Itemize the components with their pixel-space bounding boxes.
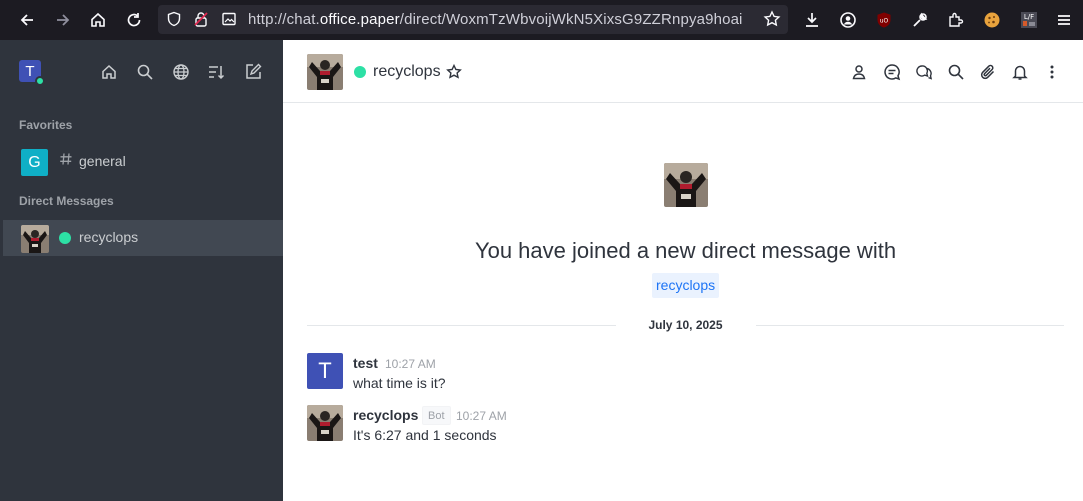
room-avatar: G — [21, 149, 48, 176]
sidebar: T Favorites G general Direct Messages re… — [0, 40, 283, 501]
message-timestamp: 10:27 AM — [385, 357, 436, 371]
online-status-dot — [59, 232, 71, 244]
threads-icon[interactable] — [883, 63, 901, 81]
message-timestamp: 10:27 AM — [456, 409, 507, 423]
menu-icon[interactable] — [1052, 8, 1076, 32]
message-text: It's 6:27 and 1 seconds — [353, 427, 497, 443]
user-info-icon[interactable] — [850, 63, 868, 81]
shield-icon[interactable] — [166, 11, 182, 27]
message-avatar[interactable] — [307, 405, 343, 441]
date-divider-line — [756, 325, 1064, 326]
recyclops-avatar[interactable] — [307, 54, 343, 90]
room-header: recyclops — [283, 40, 1083, 103]
url-bar[interactable]: http://chat.office.paper/direct/WoxmTzWb… — [158, 5, 788, 34]
downloads-icon[interactable] — [800, 8, 824, 32]
discussions-icon[interactable] — [915, 63, 933, 81]
cookie-extension-icon[interactable] — [980, 8, 1004, 32]
bot-badge: Bot — [422, 406, 451, 425]
online-status-dot — [354, 66, 366, 78]
sort-icon[interactable] — [207, 63, 225, 81]
favorite-star-icon[interactable] — [445, 63, 463, 81]
lf-extension-icon[interactable]: L/F — [1017, 8, 1041, 32]
search-messages-icon[interactable] — [947, 63, 965, 81]
message-item[interactable]: recyclops Bot 10:27 AM It's 6:27 and 1 s… — [283, 405, 1083, 451]
direct-messages-section-title: Direct Messages — [19, 194, 114, 208]
notification-bell-icon[interactable] — [1011, 63, 1029, 81]
main-content: recyclops You have joined a new direct m… — [283, 40, 1083, 501]
home-icon[interactable] — [100, 63, 118, 81]
user-avatar-initial: T — [25, 62, 35, 80]
user-avatar[interactable]: T — [19, 60, 45, 86]
room-avatar-initial: G — [28, 153, 41, 171]
avatar-initial: T — [318, 358, 332, 383]
sidebar-item-label: general — [79, 153, 126, 169]
channel-hash-icon — [59, 152, 73, 166]
room-title: recyclops — [373, 63, 441, 80]
message-username[interactable]: test — [353, 355, 378, 371]
svg-text:uO: uO — [880, 18, 889, 25]
search-icon[interactable] — [136, 63, 154, 81]
reload-icon[interactable] — [122, 8, 146, 32]
account-icon[interactable] — [836, 8, 860, 32]
sidebar-item-recyclops[interactable]: recyclops — [3, 220, 283, 256]
message-avatar[interactable]: T — [307, 353, 343, 389]
ublock-extension-icon[interactable]: uO — [872, 8, 896, 32]
url-text[interactable]: http://chat.office.paper/direct/WoxmTzWb… — [248, 11, 752, 28]
directory-globe-icon[interactable] — [172, 63, 190, 81]
message-text: what time is it? — [353, 375, 446, 391]
extensions-puzzle-icon[interactable] — [944, 8, 968, 32]
home-icon[interactable] — [86, 8, 110, 32]
wrench-icon[interactable] — [908, 8, 932, 32]
insecure-lock-icon[interactable] — [193, 11, 209, 27]
message-item[interactable]: T test 10:27 AM what time is it? — [283, 353, 1083, 399]
recyclops-avatar — [21, 225, 49, 253]
sidebar-header: T — [0, 40, 283, 104]
favorites-section-title: Favorites — [19, 118, 73, 132]
sidebar-item-general[interactable]: G general — [3, 144, 283, 180]
attachment-icon[interactable] — [979, 63, 997, 81]
create-new-icon[interactable] — [244, 63, 262, 81]
svg-text:L/F: L/F — [1024, 13, 1034, 21]
sidebar-item-label: recyclops — [79, 229, 139, 245]
page-image-icon[interactable] — [221, 11, 237, 27]
bookmark-star-icon[interactable] — [763, 10, 781, 28]
forward-icon[interactable] — [51, 8, 75, 32]
online-status-dot — [35, 76, 45, 86]
welcome-message: You have joined a new direct message wit… — [474, 238, 897, 263]
kebab-menu-icon[interactable] — [1043, 63, 1061, 81]
message-username[interactable]: recyclops — [353, 407, 418, 423]
back-icon[interactable] — [15, 8, 39, 32]
welcome-avatar — [664, 163, 708, 207]
browser-toolbar: http://chat.office.paper/direct/WoxmTzWb… — [0, 0, 1083, 40]
user-mention-chip[interactable]: recyclops — [652, 273, 720, 298]
